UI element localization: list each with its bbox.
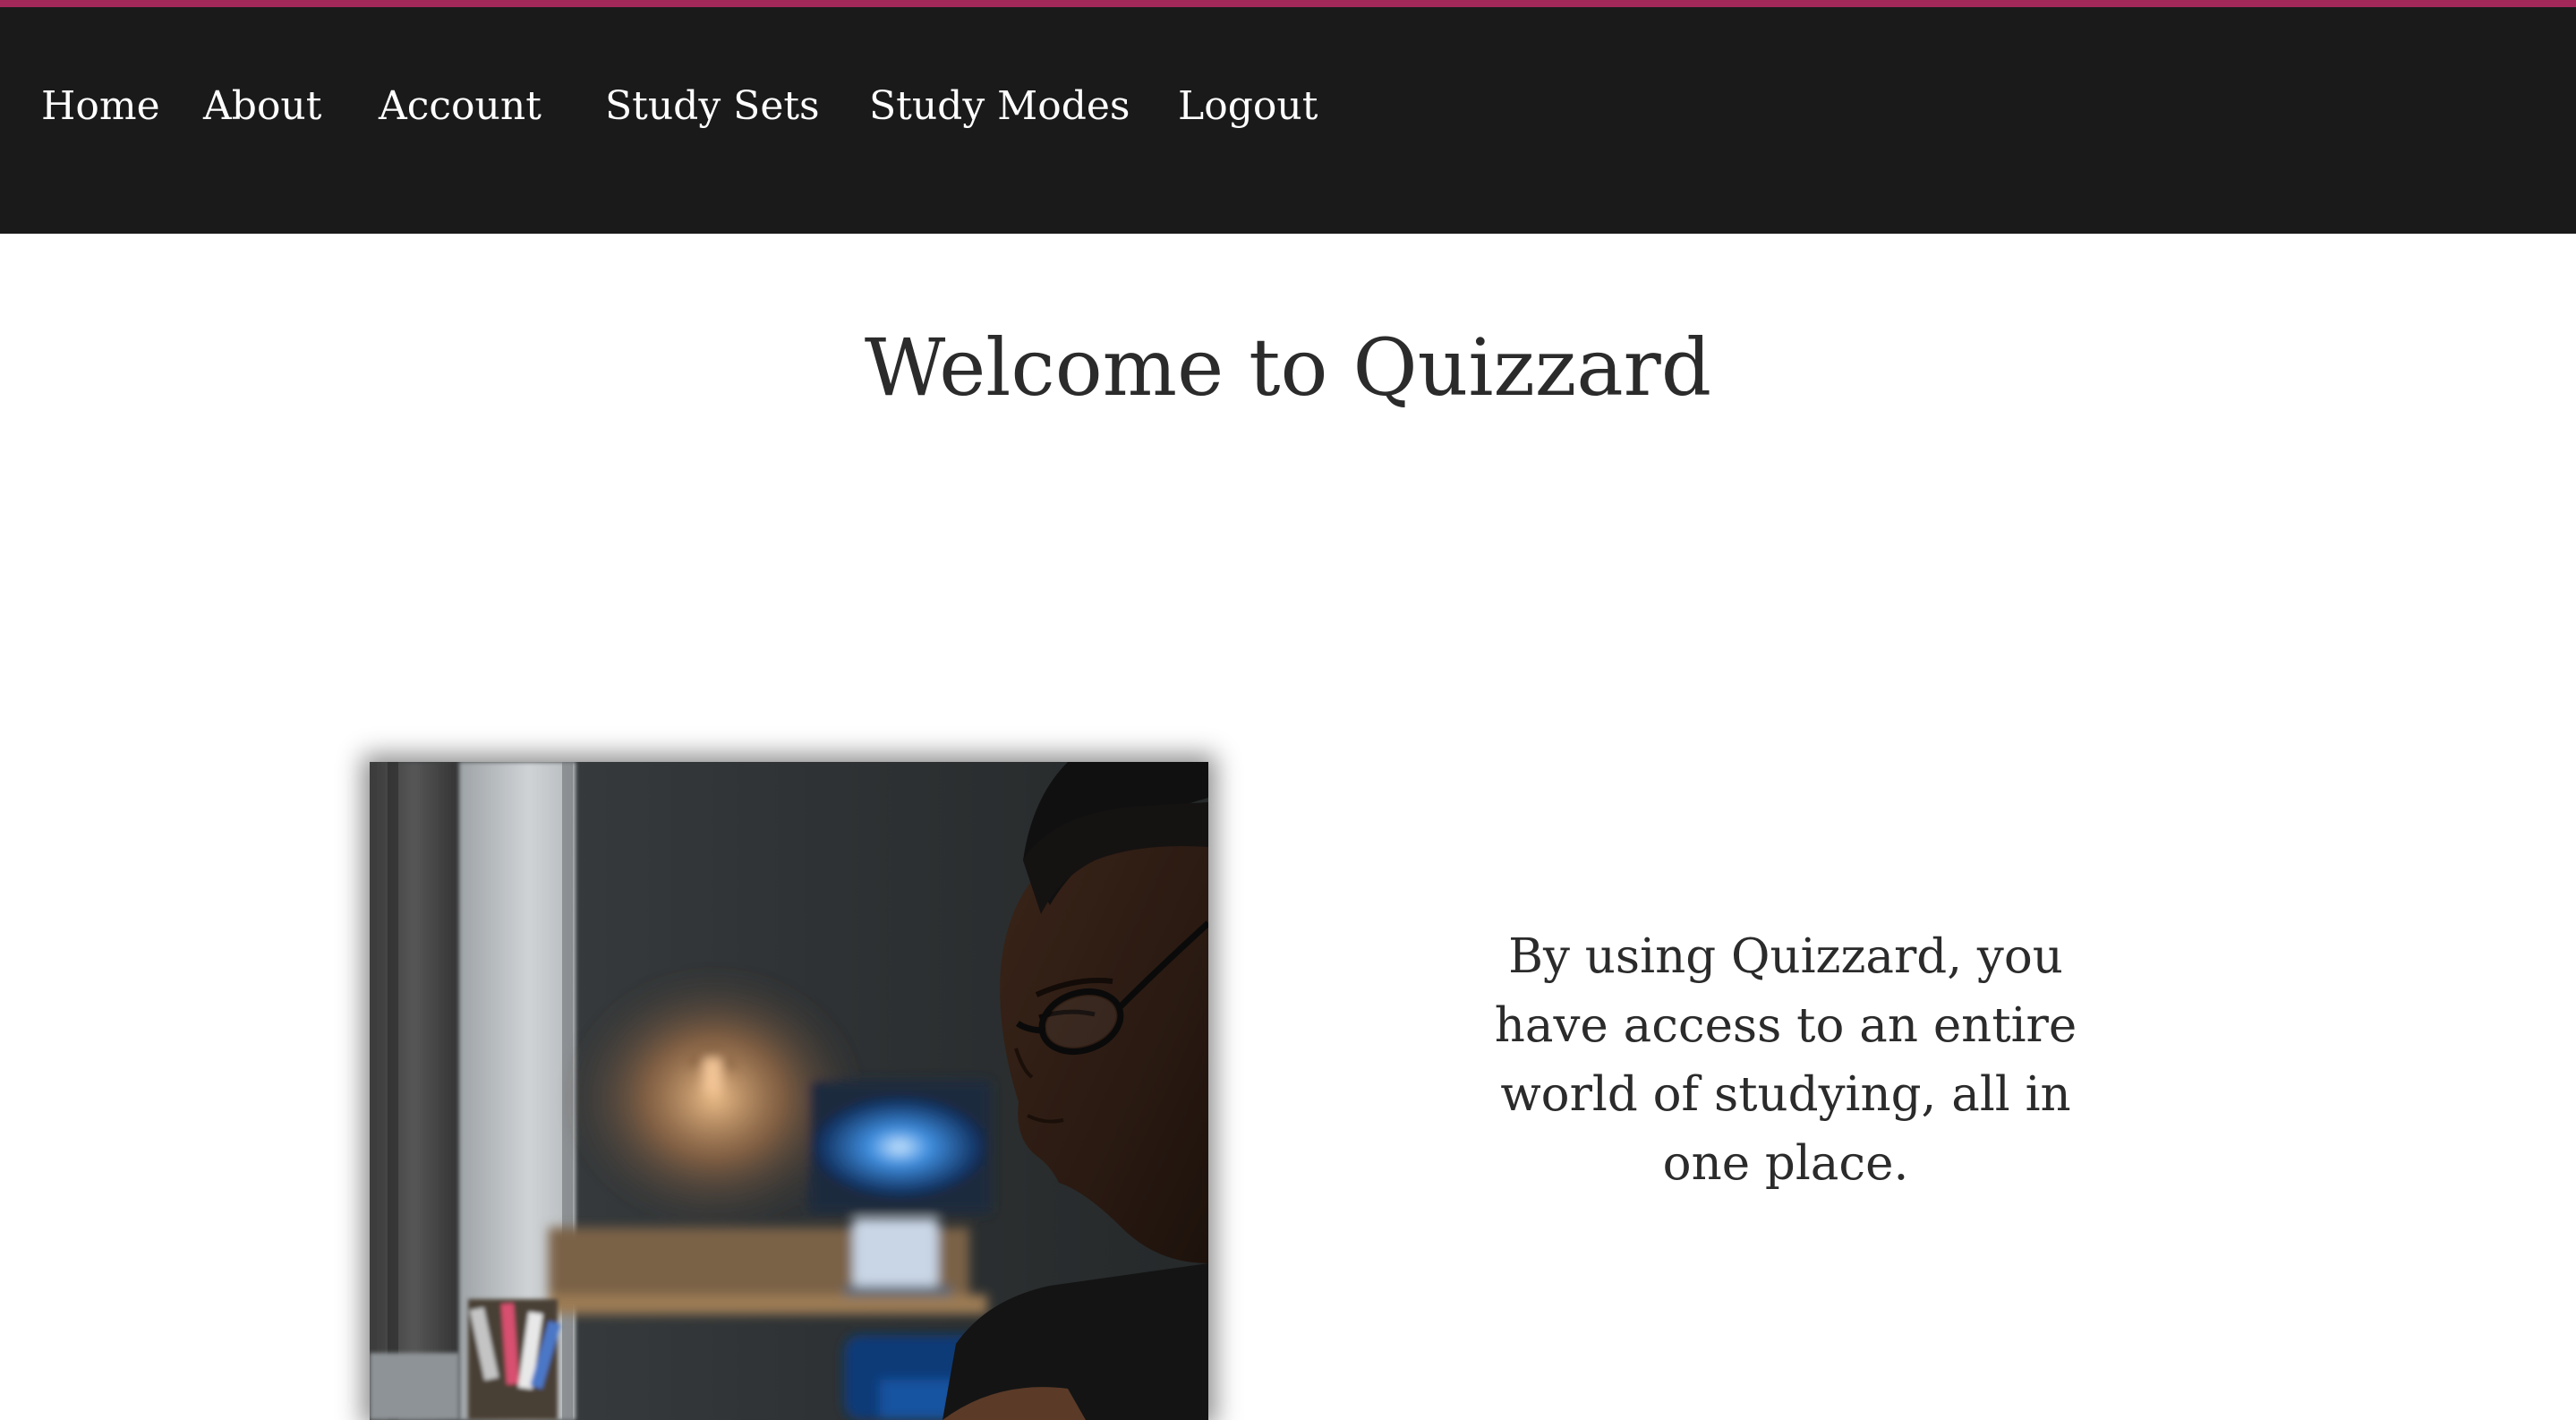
nav-link-account[interactable]: Account: [379, 77, 542, 136]
top-accent-bar: [0, 0, 2576, 7]
nav-link-study-sets[interactable]: Study Sets: [605, 77, 820, 136]
hero-photo-student-studying: [370, 762, 1208, 1420]
intro-paragraph: By using Quizzard, you have access to an…: [1494, 929, 2077, 1191]
main-navigation: Home About Account Study Sets Study Mode…: [0, 7, 2576, 234]
nav-link-about[interactable]: About: [203, 77, 321, 136]
nav-link-logout[interactable]: Logout: [1178, 77, 1318, 136]
nav-link-study-modes[interactable]: Study Modes: [869, 77, 1130, 136]
nav-link-home[interactable]: Home: [41, 77, 160, 136]
page-title: Welcome to Quizzard: [864, 321, 1712, 414]
